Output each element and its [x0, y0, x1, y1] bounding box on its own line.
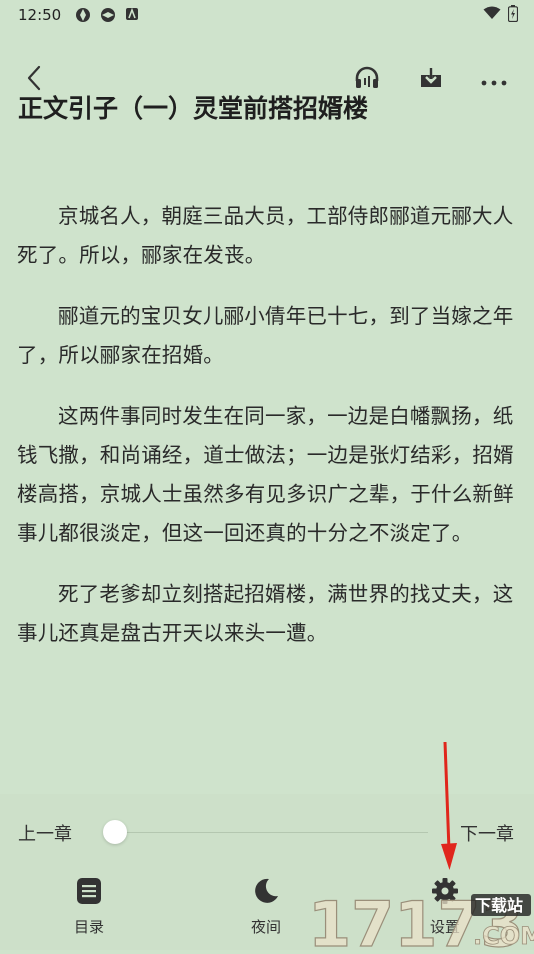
watermark-suffix: .COM: [473, 922, 534, 950]
paragraph: 这两件事同时发生在同一家，一边是白幡飘扬，纸钱飞撒，和尚诵经，道士做法；一边是张…: [17, 404, 514, 545]
status-bar: 12:50: [0, 0, 534, 30]
more-button[interactable]: [474, 61, 514, 99]
status-time: 12:50: [18, 6, 62, 24]
chapter-content: 京城名人，朝庭三品大员，工部侍郎郦道元郦大人死了。所以，郦家在发丧。 郦道元的宝…: [17, 197, 517, 675]
battery-icon: [507, 4, 519, 26]
annotation-arrow-icon: [430, 738, 470, 878]
chapter-title: 正文引子（一）灵堂前搭招婿楼: [18, 94, 369, 122]
watermark-tag: 下载站: [475, 896, 523, 915]
catalog-icon: [74, 876, 104, 906]
app-notification-icon: [125, 7, 141, 23]
notification-icon: [75, 7, 91, 23]
download-button[interactable]: [411, 61, 451, 99]
notification-icon-2: [100, 7, 116, 23]
slider-thumb[interactable]: [103, 820, 127, 844]
tab-catalog[interactable]: 目录: [53, 876, 125, 940]
paragraph: 京城名人，朝庭三品大员，工部侍郎郦道元郦大人死了。所以，郦家在发丧。: [17, 204, 514, 267]
tab-night-label: 夜间: [250, 918, 281, 936]
more-icon: [481, 71, 507, 90]
tab-night-mode[interactable]: 夜间: [230, 876, 302, 940]
paragraph: 郦道元的宝贝女儿郦小倩年已十七，到了当嫁之年了，所以郦家在招婚。: [17, 304, 514, 367]
chapter-progress-slider[interactable]: [106, 832, 428, 833]
watermark: 17173 下载站 .COM: [307, 884, 534, 954]
tab-catalog-label: 目录: [73, 918, 104, 936]
paragraph: 死了老爹却立刻搭起招婿楼，满世界的找丈夫，这事儿还真是盘古开天以来头一遭。: [17, 582, 514, 645]
download-icon: [419, 66, 443, 94]
prev-chapter-button[interactable]: 上一章: [18, 820, 72, 846]
wifi-icon: [483, 6, 501, 24]
moon-icon: [251, 876, 281, 906]
status-right: [483, 4, 519, 26]
